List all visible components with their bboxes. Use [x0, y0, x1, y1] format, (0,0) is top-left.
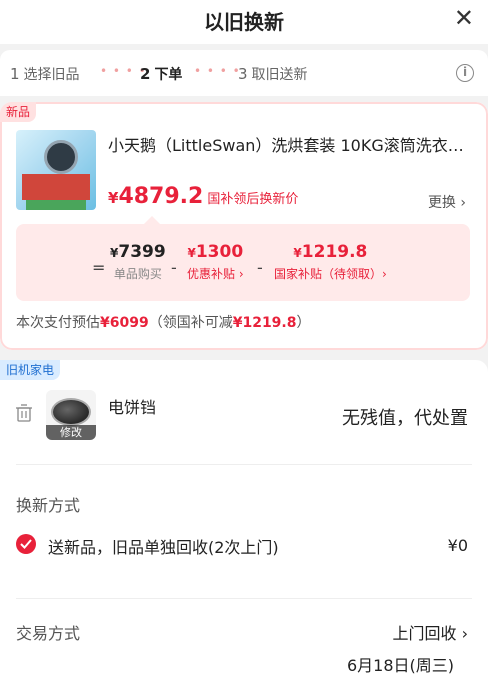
trash-icon[interactable] [16, 404, 32, 422]
breakdown-base: ¥7399 单品购买 [110, 242, 166, 281]
step-label: 选择旧品 [23, 67, 80, 83]
estimate-suffix: ） [296, 315, 311, 331]
trade-method-label: 交易方式 [16, 624, 81, 643]
exchange-option-price: ¥0 [447, 536, 468, 555]
checkmark-icon[interactable] [16, 534, 36, 554]
estimate-amount: ¥6099 [100, 315, 149, 331]
breakdown-value: 1300 [195, 242, 244, 262]
step-connector: • • • • [194, 64, 241, 78]
exchange-option[interactable]: 送新品，旧品单独回收(2次上门) [48, 534, 279, 558]
trade-method-selector[interactable]: 上门回收 › [393, 620, 469, 644]
divider [16, 464, 472, 465]
breakdown-value: 1219.8 [301, 242, 368, 262]
payment-estimate: 本次支付预估¥6099（领国补可减¥1219.8） [16, 312, 310, 332]
promo-banner-graphic [22, 174, 90, 200]
price-currency: ¥ [108, 189, 119, 207]
estimate-mid: （领国补可减 [148, 315, 233, 331]
estimate-subsidy: ¥1219.8 [232, 315, 297, 331]
info-icon[interactable]: i [456, 64, 474, 82]
breakdown-label: 单品购买 [113, 267, 162, 281]
new-product-tag: 新品 [0, 102, 37, 122]
price-note: 国补领后换新价 [207, 192, 299, 207]
close-icon[interactable]: ✕ [454, 6, 474, 30]
product-price: ¥4879.2 国补领后换新价 [108, 184, 298, 209]
old-product-name: 电饼铛 [108, 398, 157, 417]
divider [16, 598, 472, 599]
edit-old-product-button[interactable]: 修改 [46, 425, 96, 440]
washer-drum-graphic [44, 140, 78, 174]
step-indicator: 1 选择旧品 • • • • 2 下单 • • • • 3 取旧送新 i [0, 50, 488, 96]
old-product-tag: 旧机家电 [0, 360, 61, 380]
breakdown-discount[interactable]: ¥1300 优惠补贴 › [187, 242, 244, 282]
equals-sign: = [92, 258, 106, 277]
step-number: 1 [10, 65, 20, 83]
header: 以旧换新 ✕ [0, 0, 488, 44]
griddle-graphic [51, 398, 91, 426]
change-product-button[interactable]: 更换 › [428, 192, 466, 212]
old-product-card: 旧机家电 修改 电饼铛 无残值，代处置 换新方式 送新品，旧品单独回收(2次上门… [0, 360, 488, 698]
product-image[interactable] [16, 130, 96, 210]
estimate-prefix: 本次支付预估 [16, 315, 100, 331]
step-3: 3 取旧送新 [238, 64, 308, 84]
step-1: 1 选择旧品 [10, 64, 80, 84]
minus-sign: - [171, 258, 177, 277]
new-product-card: 新品 小天鹅（LittleSwan）洗烘套装 10KG滚筒洗衣机+热泵烘干机 ¥… [0, 102, 488, 350]
pickup-date[interactable]: 6月18日(周三) [347, 652, 454, 676]
step-2: 2 下单 [140, 64, 182, 84]
breakdown-label: 国家补贴（待领取）› [274, 267, 387, 281]
product-name[interactable]: 小天鹅（LittleSwan）洗烘套装 10KG滚筒洗衣机+热泵烘干机 [108, 132, 464, 156]
step-label: 下单 [154, 67, 183, 83]
minus-sign: - [257, 258, 263, 277]
price-amount: 4879.2 [118, 184, 204, 209]
step-label: 取旧送新 [251, 67, 308, 83]
old-product-image[interactable]: 修改 [46, 390, 96, 440]
step-number: 3 [238, 65, 248, 83]
promo-strip-graphic [26, 200, 86, 210]
breakdown-label: 优惠补贴 › [187, 267, 244, 281]
page-title: 以旧换新 [204, 10, 284, 34]
price-breakdown: = ¥7399 单品购买 - ¥1300 优惠补贴 › - ¥1219.8 国家… [16, 224, 470, 301]
exchange-method-label: 换新方式 [16, 496, 81, 515]
breakdown-value: 7399 [118, 242, 166, 262]
breakdown-national-subsidy[interactable]: ¥1219.8 国家补贴（待领取）› [274, 242, 387, 282]
old-product-valuation: 无残值，代处置 [342, 408, 468, 429]
step-number: 2 [140, 65, 151, 83]
